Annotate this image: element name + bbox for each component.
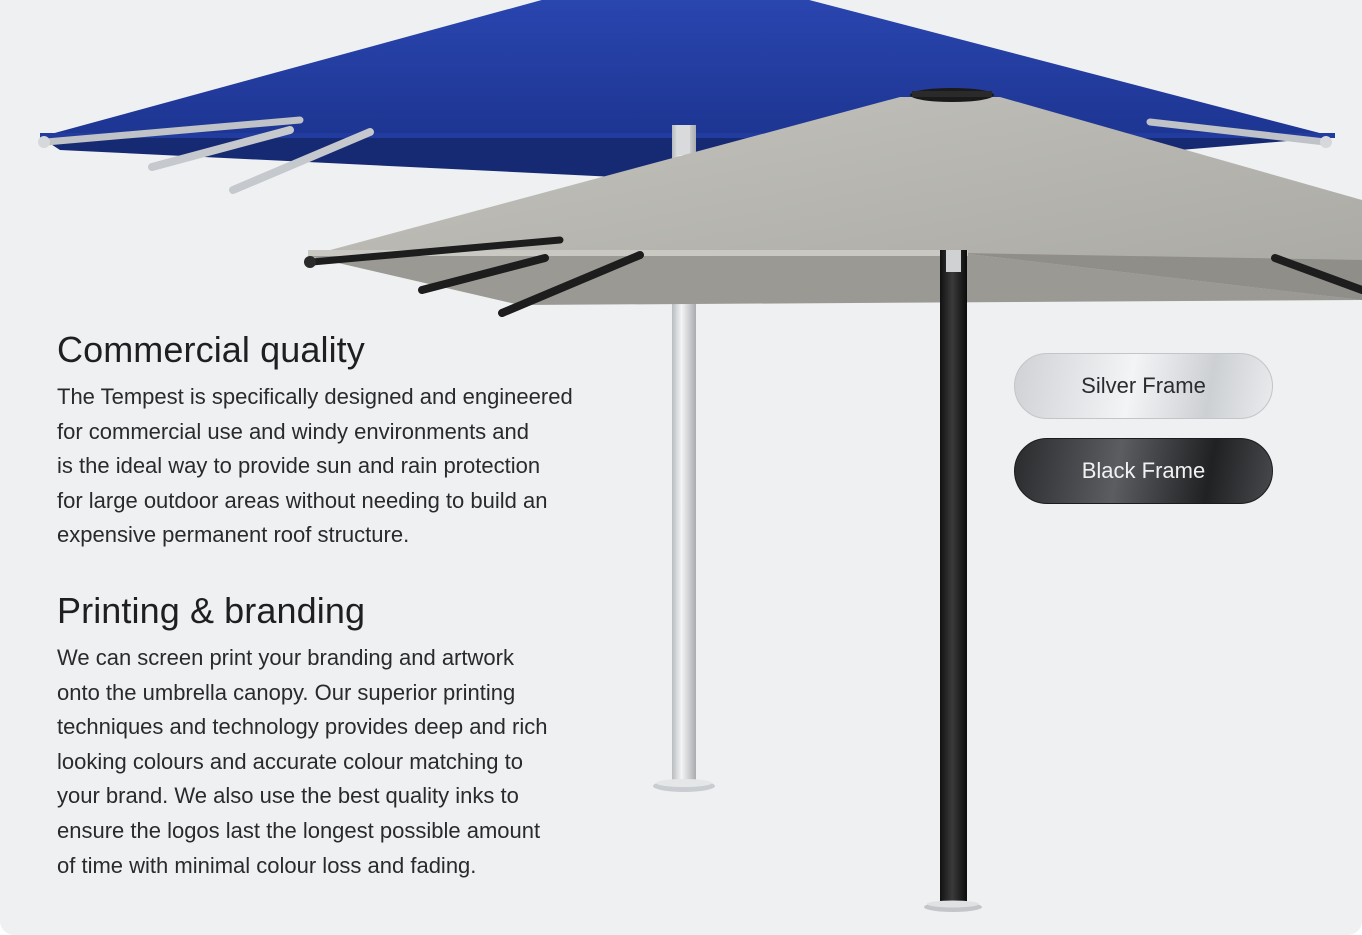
body-line: expensive permanent roof structure. bbox=[57, 522, 410, 548]
body-line: for large outdoor areas without needing … bbox=[57, 487, 548, 513]
body-line: looking colours and accurate colour matc… bbox=[57, 748, 523, 774]
section-heading: Printing & branding bbox=[57, 590, 366, 631]
body-line: onto the umbrella canopy. Our superior p… bbox=[57, 679, 516, 705]
feature-panel: Commercial quality The Tempest is specif… bbox=[0, 0, 1362, 935]
commercial-quality-section: Commercial quality The Tempest is specif… bbox=[57, 330, 573, 553]
section-heading: Commercial quality bbox=[57, 329, 365, 370]
black-frame-button[interactable]: Black Frame bbox=[1014, 438, 1273, 504]
silver-frame-button[interactable]: Silver Frame bbox=[1014, 353, 1273, 419]
body-line: We can screen print your branding and ar… bbox=[57, 645, 514, 670]
section-body: We can screen print your branding and ar… bbox=[57, 641, 547, 883]
body-line: techniques and technology provides deep … bbox=[57, 714, 548, 740]
printing-branding-section: Printing & branding We can screen print … bbox=[57, 591, 547, 883]
body-line: of time with minimal colour loss and fad… bbox=[57, 852, 477, 878]
body-line: is the ideal way to provide sun and rain… bbox=[57, 453, 541, 479]
body-line: The Tempest is specifically designed and… bbox=[57, 384, 573, 409]
body-line: for commercial use and windy environment… bbox=[57, 418, 530, 444]
section-body: The Tempest is specifically designed and… bbox=[57, 380, 573, 553]
body-line: your brand. We also use the best quality… bbox=[57, 783, 519, 809]
body-line: ensure the logos last the longest possib… bbox=[57, 817, 541, 843]
